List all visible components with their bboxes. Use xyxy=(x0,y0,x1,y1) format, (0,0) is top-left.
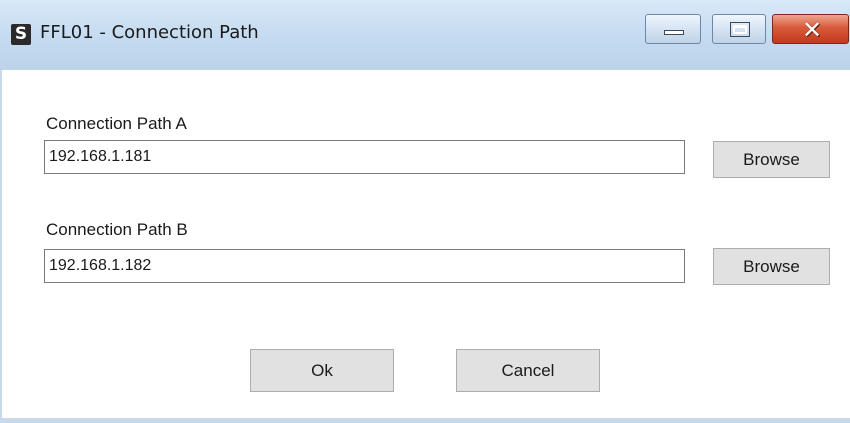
browse-path-b-button[interactable]: Browse xyxy=(713,248,830,285)
close-icon: ✕ xyxy=(801,16,823,44)
connection-path-a-label: Connection Path A xyxy=(46,114,187,133)
minimize-icon xyxy=(664,30,684,35)
browse-path-a-button[interactable]: Browse xyxy=(713,141,830,178)
window-left-border xyxy=(0,70,2,423)
minimize-button[interactable] xyxy=(645,14,701,44)
app-icon[interactable]: S xyxy=(11,24,31,45)
window-bottom-border xyxy=(0,418,850,423)
connection-path-b-input[interactable] xyxy=(44,249,685,283)
title-bar[interactable]: S FFL01 - Connection Path ✕ xyxy=(0,0,850,70)
ok-button[interactable]: Ok xyxy=(250,349,394,392)
connection-path-a-input[interactable] xyxy=(44,140,685,174)
cancel-button[interactable]: Cancel xyxy=(456,349,600,392)
close-button[interactable]: ✕ xyxy=(772,14,849,44)
connection-path-b-label: Connection Path B xyxy=(46,220,188,239)
window-title: FFL01 - Connection Path xyxy=(40,22,259,43)
connection-path-dialog: S FFL01 - Connection Path ✕ Connection P… xyxy=(0,0,850,423)
maximize-icon xyxy=(730,22,750,37)
maximize-button[interactable] xyxy=(712,14,766,44)
